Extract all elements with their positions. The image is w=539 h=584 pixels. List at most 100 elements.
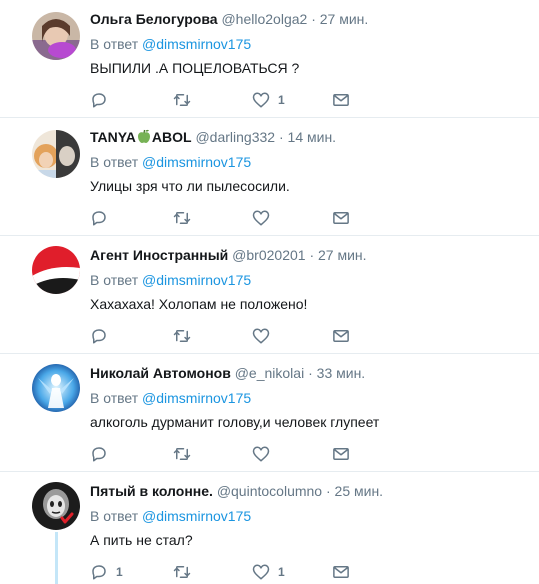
- tweet-text: Хахахаха! Холопам не положено!: [90, 296, 308, 312]
- direct-message-button[interactable]: [332, 90, 350, 110]
- mention-link[interactable]: @dimsmirnov175: [142, 154, 251, 170]
- reply-icon: [92, 211, 106, 226]
- direct-message-button[interactable]: [332, 562, 350, 582]
- retweet-icon: [173, 566, 191, 578]
- heart-icon: [252, 92, 270, 108]
- like-button[interactable]: [252, 326, 278, 346]
- username[interactable]: @br020201: [232, 247, 305, 263]
- reply-button[interactable]: [90, 90, 116, 110]
- username[interactable]: @e_nikolai: [235, 365, 304, 381]
- thread-line: [55, 532, 58, 584]
- avatar[interactable]: [32, 130, 80, 178]
- reply-button[interactable]: [90, 208, 116, 228]
- reply-prefix: В ответ: [90, 36, 139, 52]
- like-button[interactable]: [252, 444, 278, 464]
- timestamp[interactable]: 27 мин.: [318, 247, 367, 263]
- mention-link[interactable]: @dimsmirnov175: [142, 508, 251, 524]
- timestamp[interactable]: 27 мин.: [320, 11, 369, 27]
- reply-count: 1: [116, 565, 123, 579]
- display-name[interactable]: Пятый в колонне.: [90, 483, 213, 499]
- tweet-header: TANYA ABOL @darling332 · 14 мин.: [90, 129, 336, 145]
- envelope-icon: [333, 448, 349, 460]
- like-button[interactable]: 1: [252, 562, 285, 582]
- display-name-part1: TANYA: [90, 129, 136, 145]
- reply-icon: [92, 93, 106, 108]
- envelope-icon: [333, 212, 349, 224]
- retweet-button[interactable]: [172, 444, 200, 464]
- avatar[interactable]: [32, 482, 80, 530]
- separator-dot: ·: [311, 11, 316, 27]
- tweet-header: Николай Автомонов @e_nikolai · 33 мин.: [90, 365, 365, 381]
- reply-prefix: В ответ: [90, 508, 139, 524]
- username[interactable]: @hello2olga2: [221, 11, 307, 27]
- separator-dot: ·: [325, 483, 331, 499]
- tweet-text: ВЫПИЛИ .А ПОЦЕЛОВАТЬСЯ ?: [90, 60, 300, 76]
- mention-link[interactable]: @dimsmirnov175: [142, 272, 251, 288]
- reply-prefix: В ответ: [90, 390, 139, 406]
- username[interactable]: @quintocolumno: [217, 483, 322, 499]
- separator-dot: ·: [308, 365, 313, 381]
- display-name-part2: ABOL: [151, 129, 192, 145]
- retweet-button[interactable]: [172, 90, 200, 110]
- retweet-button[interactable]: [172, 326, 200, 346]
- retweet-icon: [173, 212, 191, 224]
- tweet[interactable]: Ольга Белогурова @hello2olga2 · 27 мин. …: [0, 0, 539, 118]
- envelope-icon: [333, 566, 349, 578]
- timestamp[interactable]: 33 мин.: [317, 365, 366, 381]
- tweet-text: алкоголь дурманит голову,и человек глупе…: [90, 414, 380, 430]
- retweet-icon: [173, 330, 191, 342]
- timestamp[interactable]: 25 мин.: [335, 483, 384, 499]
- tweet[interactable]: Агент Иностранный @br020201 · 27 мин. В …: [0, 236, 539, 354]
- direct-message-button[interactable]: [332, 444, 350, 464]
- reply-button[interactable]: [90, 326, 116, 346]
- tweet[interactable]: TANYA ABOL @darling332 · 14 мин. В ответ …: [0, 118, 539, 236]
- mention-link[interactable]: @dimsmirnov175: [142, 36, 251, 52]
- timestamp[interactable]: 14 мин.: [288, 129, 337, 145]
- tweet-actions: 1: [90, 90, 360, 110]
- envelope-icon: [333, 94, 349, 106]
- reply-icon: [92, 565, 106, 580]
- display-name[interactable]: Ольга Белогурова: [90, 11, 218, 27]
- like-count: 1: [278, 565, 285, 579]
- reply-icon: [92, 329, 106, 344]
- retweet-button[interactable]: [172, 562, 200, 582]
- heart-icon: [252, 564, 270, 580]
- retweet-icon: [173, 448, 191, 460]
- tweet[interactable]: Николай Автомонов @e_nikolai · 33 мин. В…: [0, 354, 539, 472]
- reply-feed: Ольга Белогурова @hello2olga2 · 27 мин. …: [0, 0, 539, 584]
- reply-button[interactable]: [90, 444, 116, 464]
- tweet[interactable]: Пятый в колонне. @quintocolumno · 25 мин…: [0, 472, 539, 584]
- tweet-actions: [90, 326, 360, 346]
- direct-message-button[interactable]: [332, 208, 350, 228]
- reply-context: В ответ @dimsmirnov175: [90, 508, 251, 524]
- retweet-button[interactable]: [172, 208, 200, 228]
- separator-dot: ·: [309, 247, 315, 263]
- reply-icon: [92, 447, 106, 462]
- reply-context: В ответ @dimsmirnov175: [90, 36, 251, 52]
- display-name[interactable]: Агент Иностранный: [90, 247, 228, 263]
- tweet-header: Ольга Белогурова @hello2olga2 · 27 мин.: [90, 11, 368, 27]
- tweet-actions: [90, 208, 360, 228]
- like-button[interactable]: 1: [252, 90, 285, 110]
- like-button[interactable]: [252, 208, 278, 228]
- reply-button[interactable]: 1: [90, 562, 123, 582]
- username[interactable]: @darling332: [195, 129, 275, 145]
- direct-message-button[interactable]: [332, 326, 350, 346]
- heart-icon: [252, 446, 270, 462]
- heart-icon: [252, 210, 270, 226]
- reply-prefix: В ответ: [90, 272, 139, 288]
- avatar[interactable]: [32, 12, 80, 60]
- like-count: 1: [278, 93, 285, 107]
- avatar[interactable]: [32, 364, 80, 412]
- display-name[interactable]: TANYA ABOL: [90, 129, 192, 145]
- tweet-actions: [90, 444, 360, 464]
- separator-dot: ·: [278, 129, 284, 145]
- tweet-header: Пятый в колонне. @quintocolumno · 25 мин…: [90, 483, 383, 499]
- tweet-actions: 1 1: [90, 562, 360, 582]
- tweet-text: Улицы зря что ли пылесосили.: [90, 178, 290, 194]
- heart-icon: [252, 328, 270, 344]
- tweet-text: А пить не стал?: [90, 532, 193, 548]
- mention-link[interactable]: @dimsmirnov175: [142, 390, 251, 406]
- display-name[interactable]: Николай Автомонов: [90, 365, 231, 381]
- avatar[interactable]: [32, 246, 80, 294]
